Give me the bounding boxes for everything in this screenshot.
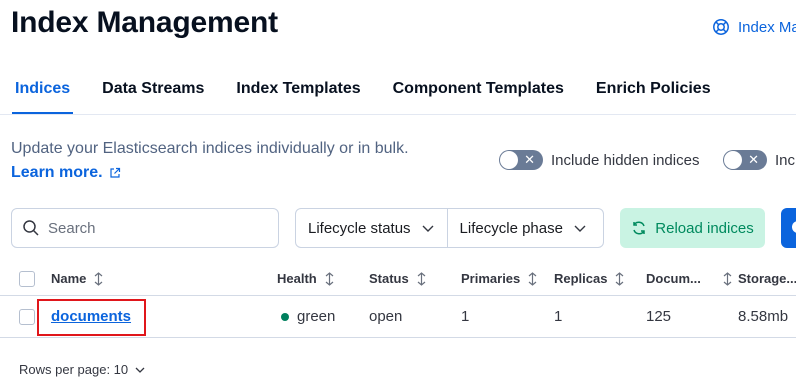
learn-more-label: Learn more. xyxy=(11,164,103,181)
tab-data-streams[interactable]: Data Streams xyxy=(102,80,204,114)
rows-per-page-label: Rows per page: 10 xyxy=(19,362,129,377)
tab-component-templates[interactable]: Component Templates xyxy=(393,80,564,114)
refresh-icon xyxy=(633,221,646,235)
tab-index-templates[interactable]: Index Templates xyxy=(236,80,360,114)
column-documents-label: Docum... xyxy=(646,271,701,286)
include-hidden-switch[interactable]: ✕ xyxy=(499,150,543,170)
lifecycle-phase-filter[interactable]: Lifecycle phase xyxy=(446,209,599,247)
lifecycle-phase-label: Lifecycle phase xyxy=(459,219,563,237)
rows-per-page-selector[interactable]: Rows per page: 10 xyxy=(19,362,146,377)
column-documents[interactable]: Docum... xyxy=(646,262,734,295)
reload-indices-label: Reload indices xyxy=(655,219,754,237)
row-checkbox[interactable] xyxy=(19,308,35,325)
sort-icon xyxy=(528,271,537,286)
table-header: Name Health Status Primaries Replicas Do… xyxy=(0,262,796,296)
column-status[interactable]: Status xyxy=(369,262,428,295)
second-toggle-label: Incl xyxy=(775,151,796,169)
sort-icon xyxy=(325,271,334,286)
plus-icon xyxy=(792,221,796,233)
lifecycle-filters: Lifecycle status Lifecycle phase xyxy=(295,208,604,248)
column-storage-label: Storage... xyxy=(738,271,796,286)
row-documents-value: 125 xyxy=(646,308,672,325)
row-storage-value: 8.58mb xyxy=(738,308,789,325)
health-status-dot xyxy=(281,312,289,321)
chevron-down-icon xyxy=(574,225,586,232)
column-replicas[interactable]: Replicas xyxy=(554,262,626,295)
tabs-divider xyxy=(0,114,796,115)
reload-indices-button[interactable]: Reload indices xyxy=(620,208,765,248)
column-status-label: Status xyxy=(369,271,409,286)
chevron-down-icon xyxy=(422,225,434,232)
help-lifebuoy-icon xyxy=(713,19,729,35)
row-health-cell: green xyxy=(281,296,335,337)
row-select-cell xyxy=(19,296,35,337)
close-icon: ✕ xyxy=(524,152,535,167)
row-health-value: green xyxy=(297,308,336,325)
create-index-button[interactable] xyxy=(781,208,796,248)
row-status-value: open xyxy=(369,308,403,325)
learn-more-link[interactable]: Learn more. xyxy=(11,164,121,182)
tab-enrich-policies[interactable]: Enrich Policies xyxy=(596,80,711,114)
tabs: Indices Data Streams Index Templates Com… xyxy=(0,80,732,114)
column-name[interactable]: Name xyxy=(51,262,105,295)
search-box[interactable] xyxy=(11,208,279,248)
search-input[interactable] xyxy=(48,219,248,237)
row-replicas-value: 1 xyxy=(554,308,563,325)
include-hidden-label: Include hidden indices xyxy=(551,151,700,169)
column-name-label: Name xyxy=(51,271,87,286)
sort-icon xyxy=(723,271,732,286)
page-description: Update your Elasticsearch indices indivi… xyxy=(11,140,409,157)
close-icon: ✕ xyxy=(748,152,759,167)
search-icon xyxy=(23,220,39,236)
second-toggle[interactable]: ✕ Incl xyxy=(723,150,796,170)
row-primaries-value: 1 xyxy=(461,308,470,325)
tab-indices[interactable]: Indices xyxy=(11,80,74,114)
column-health[interactable]: Health xyxy=(277,262,336,295)
include-hidden-toggle[interactable]: ✕ Include hidden indices xyxy=(499,150,699,170)
select-all-checkbox[interactable] xyxy=(19,270,35,287)
highlight-box xyxy=(37,299,146,336)
sort-icon xyxy=(95,271,103,286)
column-replicas-label: Replicas xyxy=(554,271,608,286)
index-management-docs-link[interactable]: Index Ma xyxy=(712,18,796,36)
sort-icon xyxy=(616,271,624,286)
external-link-icon xyxy=(109,167,120,178)
chevron-down-icon xyxy=(135,367,145,373)
docs-link-label: Index Ma xyxy=(738,18,796,36)
second-switch[interactable]: ✕ xyxy=(723,150,767,170)
sort-icon xyxy=(417,271,426,286)
column-health-label: Health xyxy=(277,271,317,286)
lifecycle-status-label: Lifecycle status xyxy=(308,219,411,237)
column-primaries-label: Primaries xyxy=(461,271,521,286)
column-storage[interactable]: Storage... xyxy=(738,262,796,295)
select-all-cell xyxy=(19,262,35,295)
lifecycle-status-filter[interactable]: Lifecycle status xyxy=(296,209,447,247)
page-title: Index Management xyxy=(11,6,278,39)
column-primaries[interactable]: Primaries xyxy=(461,262,539,295)
